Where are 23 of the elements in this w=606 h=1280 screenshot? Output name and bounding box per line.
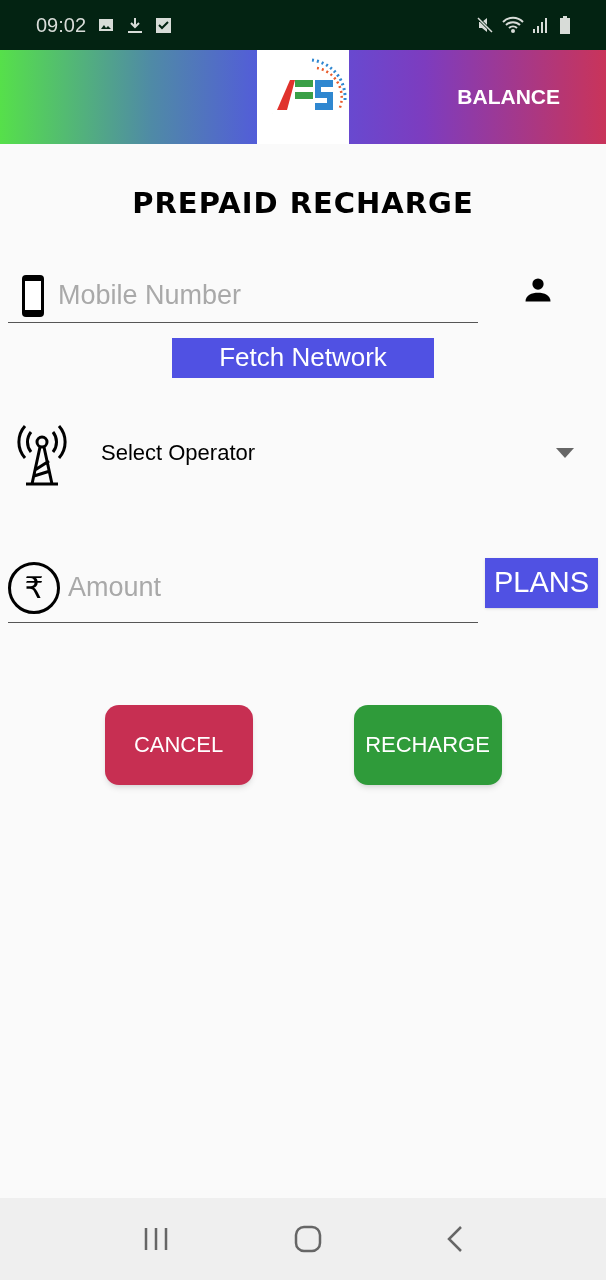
- checkbox-icon: [156, 17, 172, 33]
- page-title: PREPAID RECHARGE: [131, 185, 475, 222]
- balance-button[interactable]: BALANCE: [457, 81, 560, 113]
- status-time: 09:02: [36, 13, 87, 38]
- plans-button[interactable]: PLANS: [485, 557, 598, 608]
- fetch-network-button[interactable]: Fetch Network: [172, 337, 434, 378]
- recharge-button[interactable]: RECHARGE: [353, 704, 502, 785]
- home-icon[interactable]: [294, 1225, 322, 1253]
- cancel-button[interactable]: CANCEL: [104, 704, 253, 785]
- download-icon: [126, 16, 145, 34]
- battery-icon: [560, 16, 570, 34]
- signal-icon: [532, 16, 548, 34]
- mobile-number-field[interactable]: Mobile Number: [58, 275, 478, 316]
- amount-field[interactable]: Amount: [68, 567, 478, 608]
- back-icon[interactable]: [447, 1225, 464, 1253]
- rupee-symbol: ₹: [8, 561, 60, 614]
- dropdown-caret-icon[interactable]: [556, 447, 574, 458]
- phone-icon: [20, 273, 46, 318]
- mute-icon: [476, 16, 494, 34]
- image-icon: [98, 17, 115, 33]
- operator-select-value[interactable]: Select Operator: [101, 436, 256, 469]
- wifi-icon: [502, 16, 524, 34]
- recent-apps-icon[interactable]: [142, 1227, 169, 1251]
